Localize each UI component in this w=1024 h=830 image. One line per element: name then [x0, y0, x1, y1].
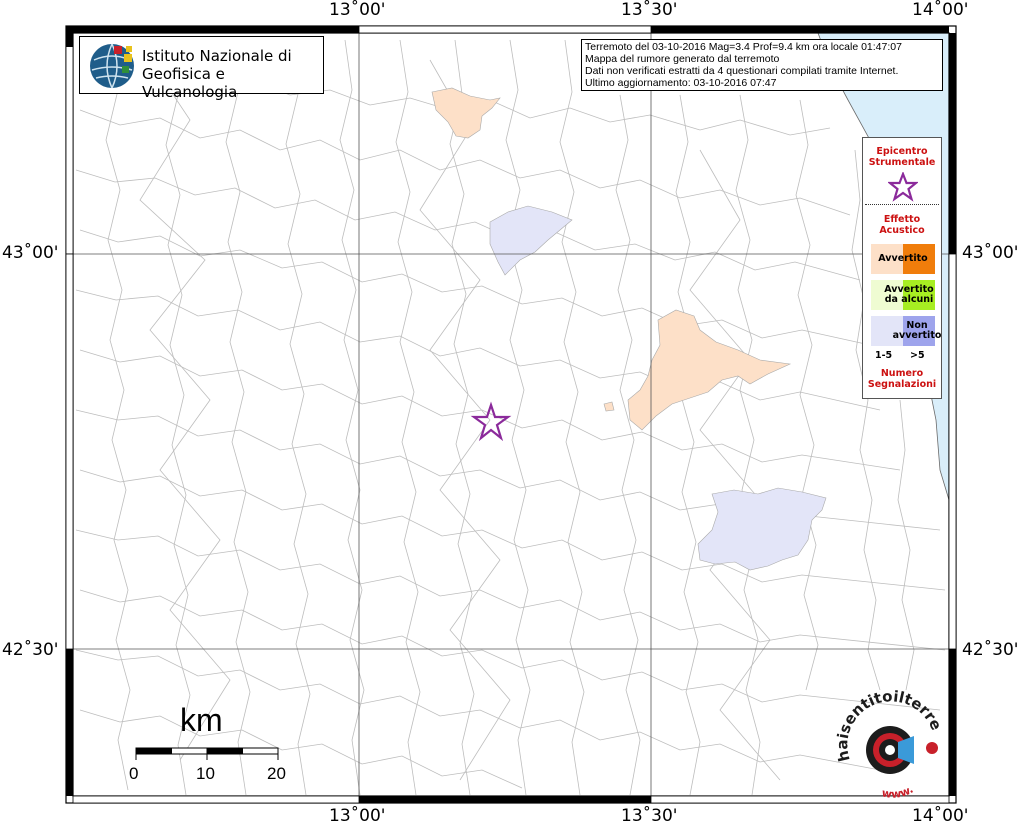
ingv-name-line1: Istituto Nazionale di: [142, 47, 292, 65]
lon-tick-top-1: 13˚00': [329, 0, 386, 20]
lon-tick-top-3: 14˚00': [912, 0, 969, 20]
legend-swatch-avvertito-alcuni: Avvertito da alcuni: [871, 280, 935, 310]
event-info-line2: Mappa del rumore generato dal terremoto: [585, 53, 780, 65]
legend-range-low: 1-5: [875, 350, 893, 361]
lat-tick-right-2: 42˚30': [962, 640, 1019, 660]
scale-label-0: 0: [129, 764, 139, 783]
legend-effetto-label: Effetto Acustico: [879, 214, 925, 236]
scale-unit-label: km: [180, 702, 223, 738]
map-legend: Epicentro Strumentale Effetto Acustico A…: [862, 137, 942, 399]
lat-tick-left-1: 43˚00': [2, 243, 59, 263]
hai-sentito-logo: haisentitoilterremoto.it www.: [824, 676, 947, 802]
ingv-name-line2: Geofisica e Vulcanologia: [142, 65, 238, 101]
region-avvertito-small: [603, 401, 615, 412]
legend-avvertito-label: Avvertito: [878, 253, 928, 264]
legend-numero-label: Numero Segnalazioni: [867, 368, 937, 390]
ingv-logo-box: Istituto Nazionale di Geofisica e Vulcan…: [79, 36, 324, 101]
lon-tick-top-2: 13˚30': [621, 0, 678, 20]
scale-label-10: 10: [196, 764, 215, 783]
ingv-globe-icon: [90, 43, 134, 89]
event-info-line1: Terremoto del 03-10-2016 Mag=3.4 Prof=9.…: [585, 41, 902, 53]
lon-tick-bottom-3: 14˚00': [912, 806, 969, 826]
event-info-box: Terremoto del 03-10-2016 Mag=3.4 Prof=9.…: [581, 39, 943, 91]
legend-star-icon: [888, 172, 918, 202]
lon-tick-bottom-2: 13˚30': [621, 806, 678, 826]
legend-swatch-avvertito: Avvertito: [871, 244, 935, 274]
event-info-line4: Ultimo aggiornamento: 03-10-2016 07:47: [585, 77, 777, 89]
legend-swatch-non-avvertito: Non avvertito: [871, 316, 941, 346]
legend-epicentro-label: Epicentro Strumentale: [868, 146, 936, 168]
legend-range-high: >5: [910, 350, 925, 361]
legend-divider: [865, 204, 939, 205]
map-area: [73, 33, 949, 796]
hai-sentito-prefix: www.: [881, 783, 916, 801]
lat-tick-right-1: 43˚00': [962, 243, 1019, 263]
legend-non-label: Non avvertito: [892, 320, 942, 341]
lon-tick-bottom-1: 13˚00': [329, 806, 386, 826]
legend-alcuni-label: Avvertito da alcuni: [884, 284, 934, 305]
svg-text:www.: www.: [881, 783, 916, 801]
lat-tick-left-2: 42˚30': [2, 640, 59, 660]
event-info-line3: Dati non verificati estratti da 4 questi…: [585, 65, 899, 77]
scale-label-20: 20: [267, 764, 286, 783]
